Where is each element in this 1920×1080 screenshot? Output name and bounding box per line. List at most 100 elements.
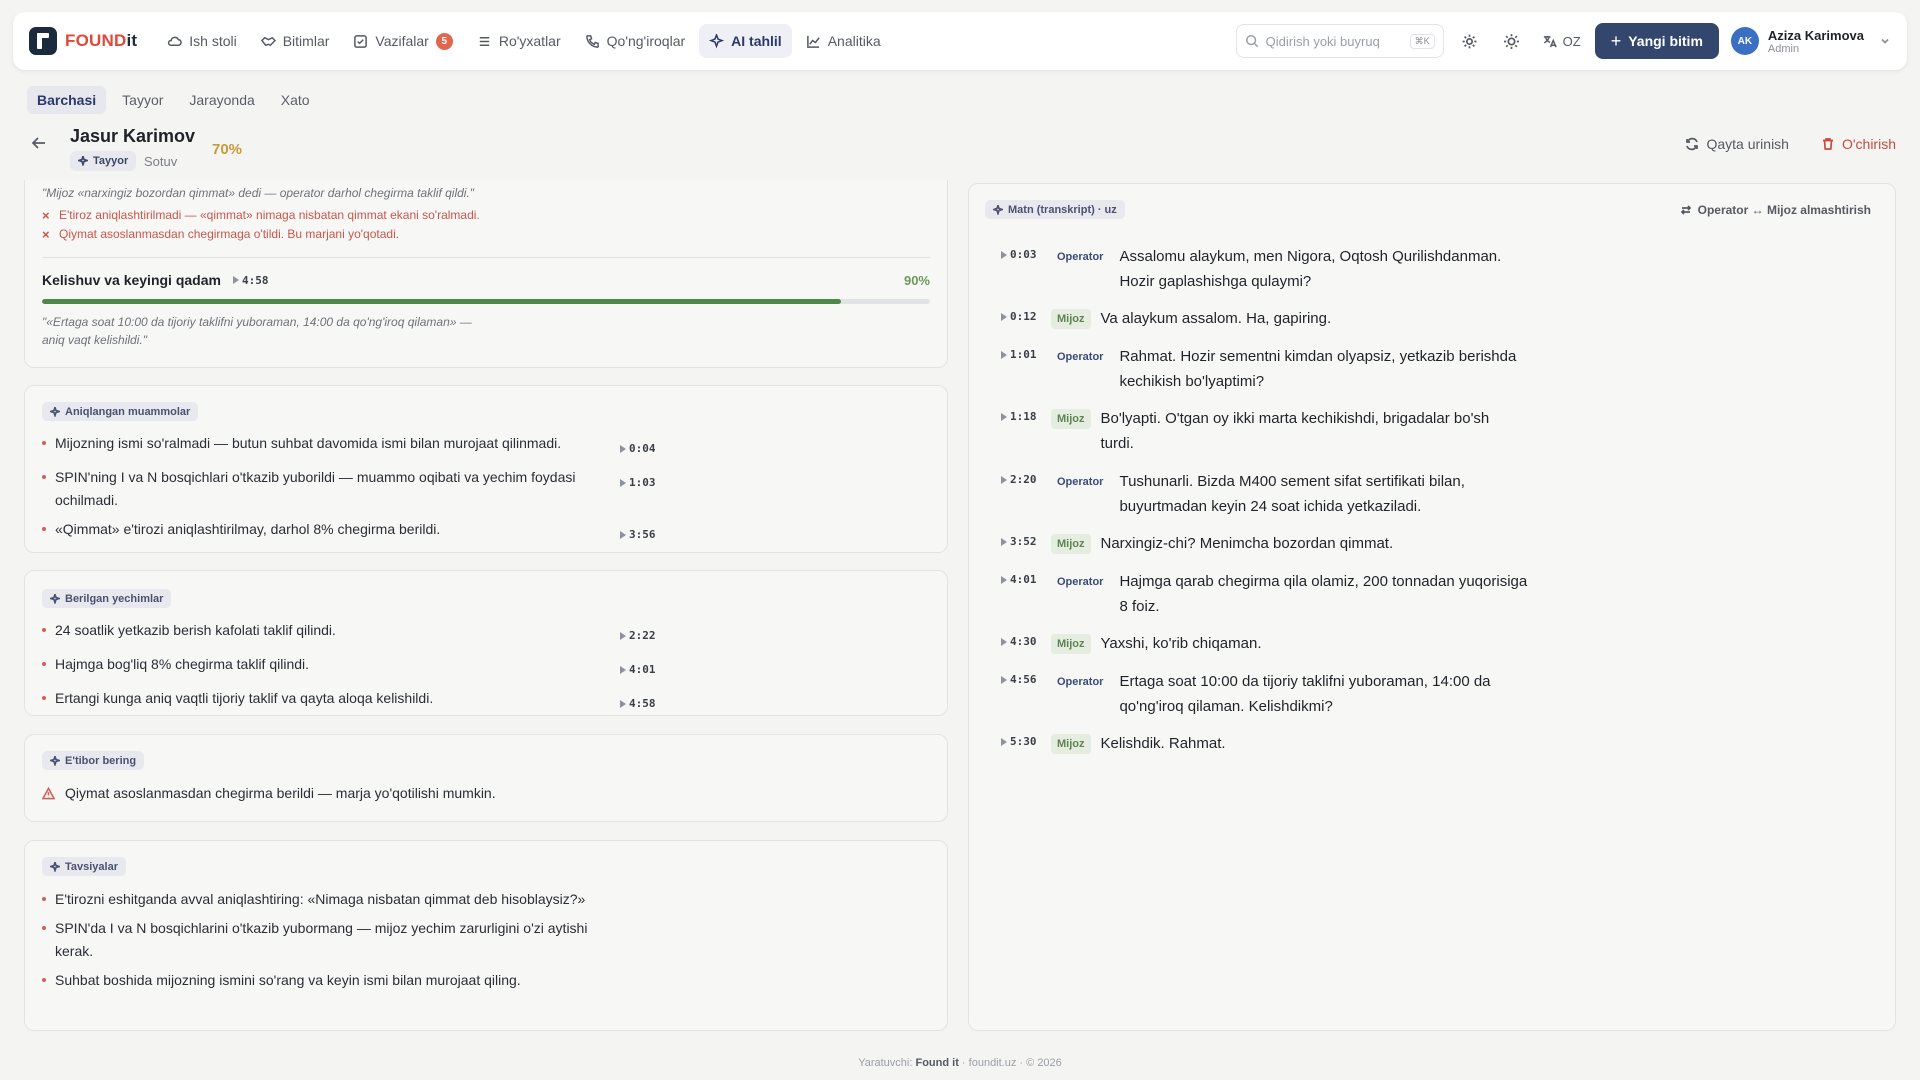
logo[interactable]: FOUNDit <box>29 27 137 55</box>
timestamp-link[interactable]: 4:56 <box>1001 673 1051 686</box>
list-item: 24 soatlik yetkazib berish kafolati takl… <box>42 619 656 647</box>
footer-brand[interactable]: Found it <box>915 1057 958 1069</box>
play-icon <box>1001 250 1007 259</box>
timestamp-link[interactable]: 4:30 <box>1001 635 1051 648</box>
timestamp-link[interactable]: 1:18 <box>1001 410 1051 423</box>
play-icon <box>620 699 626 708</box>
warning-icon <box>42 786 55 799</box>
timestamp-link[interactable]: 4:01 <box>620 658 656 681</box>
trash-icon <box>1822 138 1833 150</box>
tab-error[interactable]: Xato <box>271 86 320 114</box>
list-icon <box>479 36 490 46</box>
sparkle-icon <box>709 33 725 48</box>
solutions-list: 24 soatlik yetkazib berish kafolati takl… <box>42 619 656 715</box>
recommendations-list: E'tirozni eshitganda avval aniqlashtirin… <box>42 888 620 992</box>
tab-ready[interactable]: Tayyor <box>112 86 173 114</box>
problems-label: Aniqlangan muammolar <box>42 402 199 421</box>
sparkle-icon <box>50 755 60 766</box>
footer: Yaratuvchi: Found it · foundit.uz · © 20… <box>858 1057 1062 1069</box>
footer-year: © 2026 <box>1026 1057 1062 1069</box>
search-box[interactable]: ⌘K <box>1235 24 1444 58</box>
list-item: «Qimmat» e'tirozi aniqlashtirilmay, darh… <box>42 518 656 546</box>
nav-item-calls[interactable]: Qo'ng'iroqlar <box>575 24 696 58</box>
timestamp-link[interactable]: 5:30 <box>1001 735 1051 748</box>
speaker-badge: Mijoz <box>1051 734 1091 754</box>
plus-icon: + <box>1610 31 1622 51</box>
top-navbar: FOUNDit Ish stoli Bitimlar Vazifalar 5 R… <box>13 12 1907 70</box>
delete-button[interactable]: O'chirish <box>1821 136 1896 152</box>
nav-label: Qo'ng'iroqlar <box>606 33 686 49</box>
timestamp-link[interactable]: 4:01 <box>1001 573 1051 586</box>
person-name: Jasur Karimov <box>70 126 196 146</box>
user-menu[interactable]: AK Aziza Karimova Admin <box>1730 27 1891 55</box>
filter-tabs: Barchasi Tayyor Jarayonda Xato <box>27 86 320 114</box>
timestamp-link[interactable]: 4:58 <box>620 692 656 715</box>
nav-item-ai-analysis[interactable]: AI tahlil <box>699 24 792 58</box>
bullet-icon <box>42 926 46 930</box>
main-nav: Ish stoli Bitimlar Vazifalar 5 Ro'yxatla… <box>157 24 890 58</box>
step-row: Kelishuv va keyingi qadam 4:58 90% <box>42 272 930 288</box>
tab-in-progress[interactable]: Jarayonda <box>179 86 264 114</box>
theme-toggle-button[interactable] <box>1496 25 1528 57</box>
nav-item-lists[interactable]: Ro'yxatlar <box>467 24 571 58</box>
timestamp-link[interactable]: 0:04 <box>620 437 656 460</box>
play-icon <box>1001 475 1007 484</box>
settings-button[interactable] <box>1454 25 1486 57</box>
footer-site-link[interactable]: foundit.uz <box>969 1057 1017 1069</box>
user-role: Admin <box>1767 42 1800 55</box>
transcript-message: 4:01 Operator Hajmga qarab chegirma qila… <box>1001 569 1539 619</box>
nav-item-analytics[interactable]: Analitika <box>796 24 891 58</box>
search-input[interactable] <box>1265 33 1396 49</box>
x-icon: × <box>42 227 50 242</box>
timestamp-link[interactable]: 0:12 <box>1001 310 1051 323</box>
swap-speakers-button[interactable]: Operator ↔ Mijoz almashtirish <box>1680 203 1871 217</box>
timestamp-link[interactable]: 3:52 <box>1001 535 1051 548</box>
transcript-label: Matn (transkript) · uz <box>985 200 1125 219</box>
transcript-message: 5:30 Mijoz Kelishdik. Rahmat. <box>1001 731 1521 756</box>
timestamp-link[interactable]: 1:01 <box>1001 348 1051 361</box>
search-icon <box>1245 35 1258 48</box>
back-button[interactable] <box>30 134 52 156</box>
transcript-message: 4:30 Mijoz Yaxshi, ko'rib chiqaman. <box>1001 631 1521 656</box>
play-icon <box>1001 737 1007 746</box>
sun-icon <box>1504 33 1520 49</box>
message-text: Ertaga soat 10:00 da tijoriy taklifni yu… <box>1119 673 1491 715</box>
analysis-header: Jasur Karimov Tayyor Sotuv 70% Qayta uri… <box>30 124 1896 174</box>
timestamp-link[interactable]: 0:03 <box>1001 248 1051 261</box>
timestamp-link[interactable]: 2:22 <box>620 624 656 647</box>
speaker-badge: Mijoz <box>1051 309 1091 329</box>
timestamp-link[interactable]: 3:56 <box>620 523 656 546</box>
timestamp-link[interactable]: 2:20 <box>1001 473 1051 486</box>
recommendations-card: Tavsiyalar E'tirozni eshitganda avval an… <box>24 840 948 1031</box>
play-icon <box>1001 537 1007 546</box>
nav-item-tasks[interactable]: Vazifalar 5 <box>343 24 462 58</box>
nav-item-dashboard[interactable]: Ish stoli <box>157 24 246 58</box>
nav-item-deals[interactable]: Bitimlar <box>251 24 340 58</box>
timestamp-link[interactable]: 4:58 <box>232 274 268 287</box>
play-icon <box>1001 412 1007 421</box>
footer-prefix: Yaratuvchi: <box>858 1057 913 1069</box>
bullet-icon <box>42 475 46 479</box>
retry-button[interactable]: Qayta urinish <box>1685 136 1789 152</box>
new-deal-button[interactable]: + Yangi bitim <box>1594 23 1719 59</box>
language-label: OZ <box>1562 33 1581 49</box>
message-text: Rahmat. Hozir sementni kimdan olyapsiz, … <box>1119 348 1517 390</box>
tab-all[interactable]: Barchasi <box>27 86 107 114</box>
language-switcher[interactable]: OZ <box>1538 34 1585 49</box>
attention-card: E'tibor bering Qiymat asoslanmasdan cheg… <box>24 734 948 822</box>
bullet-icon <box>42 662 46 666</box>
bullet-icon <box>42 527 46 531</box>
solutions-card: Berilgan yechimlar 24 soatlik yetkazib b… <box>24 570 948 716</box>
transcript-message: 0:03 Operator Assalomu alaykum, men Nigo… <box>1001 244 1539 294</box>
timestamp-link[interactable]: 1:03 <box>620 471 656 494</box>
list-item: SPIN'ning I va N bosqichlari o'tkazib yu… <box>42 466 656 512</box>
refresh-icon <box>1686 137 1699 151</box>
play-icon <box>620 444 626 453</box>
x-icon: × <box>42 208 50 223</box>
department-label: Sotuv <box>144 154 178 169</box>
chart-icon <box>806 35 820 48</box>
message-text: Narxingiz-chi? Menimcha bozordan qimmat. <box>1100 535 1394 552</box>
spin-steps-card: "Mijoz «narxingiz bozordan qimmat» dedi … <box>24 180 948 368</box>
message-text: Yaxshi, ko'rib chiqaman. <box>1100 635 1262 652</box>
play-icon <box>620 530 626 539</box>
